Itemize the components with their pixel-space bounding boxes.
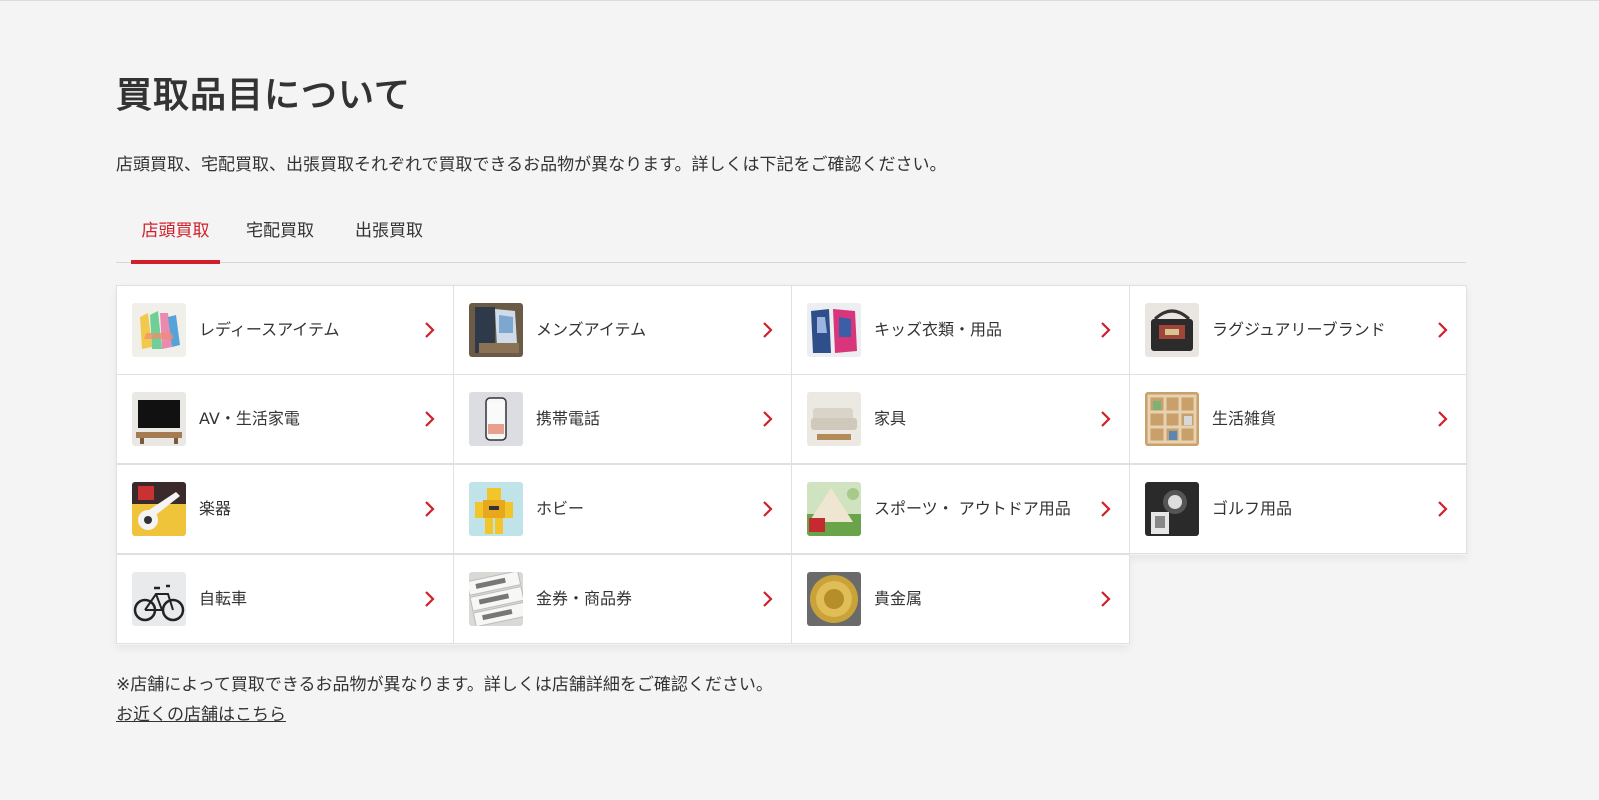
category-label: レディースアイテム bbox=[199, 320, 340, 339]
bicycle-thumbnail bbox=[132, 572, 186, 626]
golf-bag-thumbnail bbox=[1145, 482, 1199, 536]
category-label: ラグジュアリーブランド bbox=[1212, 320, 1386, 339]
top-divider bbox=[0, 0, 1599, 1]
category-kids[interactable]: キッズ衣類・用品 bbox=[791, 285, 1130, 375]
mens-clothing-thumbnail bbox=[469, 303, 523, 357]
category-label: ホビー bbox=[536, 499, 585, 518]
chevron-right-icon bbox=[425, 322, 435, 338]
luxury-bag-thumbnail bbox=[1145, 303, 1199, 357]
tv-thumbnail bbox=[132, 392, 186, 446]
category-label: スポーツ・ アウトドア用品 bbox=[874, 499, 1071, 518]
chevron-right-icon bbox=[425, 591, 435, 607]
chevron-right-icon bbox=[763, 411, 773, 427]
category-precious-metals[interactable]: 貴金属 bbox=[791, 554, 1130, 644]
category-label: 楽器 bbox=[199, 499, 232, 518]
category-golf[interactable]: ゴルフ用品 bbox=[1129, 464, 1467, 554]
chevron-right-icon bbox=[425, 411, 435, 427]
page-title: 買取品目について bbox=[116, 75, 411, 116]
category-mobile-phone[interactable]: 携帯電話 bbox=[453, 374, 792, 464]
category-sports-outdoor[interactable]: スポーツ・ アウトドア用品 bbox=[791, 464, 1130, 554]
chevron-right-icon bbox=[1438, 322, 1448, 338]
chevron-right-icon bbox=[1101, 501, 1111, 517]
category-label: 携帯電話 bbox=[536, 409, 601, 428]
gold-coin-thumbnail bbox=[807, 572, 861, 626]
tab-delivery-purchase[interactable]: 宅配買取 bbox=[244, 212, 316, 262]
nearby-store-link[interactable]: お近くの店舗はこちら bbox=[116, 700, 286, 725]
category-label: 自転車 bbox=[199, 589, 248, 608]
gift-voucher-thumbnail bbox=[469, 572, 523, 626]
lead-text: 店頭買取、宅配買取、出張買取それぞれで買取できるお品物が異なります。詳しくは下記… bbox=[116, 155, 947, 175]
category-label: 貴金属 bbox=[874, 589, 923, 608]
chevron-right-icon bbox=[763, 322, 773, 338]
category-furniture[interactable]: 家具 bbox=[791, 374, 1130, 464]
robot-figure-thumbnail bbox=[469, 482, 523, 536]
chevron-right-icon bbox=[425, 501, 435, 517]
chevron-right-icon bbox=[1101, 322, 1111, 338]
tab-store-purchase[interactable]: 店頭買取 bbox=[131, 212, 220, 264]
chevron-right-icon bbox=[1438, 501, 1448, 517]
category-label: ゴルフ用品 bbox=[1212, 499, 1293, 518]
category-luxury[interactable]: ラグジュアリーブランド bbox=[1129, 285, 1467, 375]
category-vouchers[interactable]: 金券・商品券 bbox=[453, 554, 792, 644]
kids-clothing-thumbnail bbox=[807, 303, 861, 357]
chevron-right-icon bbox=[1438, 411, 1448, 427]
category-hobby[interactable]: ホビー bbox=[453, 464, 792, 554]
sofa-thumbnail bbox=[807, 392, 861, 446]
chevron-right-icon bbox=[763, 591, 773, 607]
category-mens[interactable]: メンズアイテム bbox=[453, 285, 792, 375]
category-label: 金券・商品券 bbox=[536, 589, 633, 608]
tab-visit-purchase[interactable]: 出張買取 bbox=[353, 212, 425, 262]
category-instruments[interactable]: 楽器 bbox=[116, 464, 454, 554]
category-label: 生活雑貨 bbox=[1212, 409, 1277, 428]
category-label: メンズアイテム bbox=[536, 320, 647, 339]
category-label: AV・生活家電 bbox=[199, 409, 300, 428]
category-household-goods[interactable]: 生活雑貨 bbox=[1129, 374, 1467, 464]
purchase-method-tabs: 店頭買取 宅配買取 出張買取 bbox=[116, 212, 1466, 264]
category-ladies[interactable]: レディースアイテム bbox=[116, 285, 454, 375]
smartphone-thumbnail bbox=[469, 392, 523, 446]
chevron-right-icon bbox=[1101, 411, 1111, 427]
category-av-appliances[interactable]: AV・生活家電 bbox=[116, 374, 454, 464]
shelf-thumbnail bbox=[1145, 392, 1199, 446]
chevron-right-icon bbox=[763, 501, 773, 517]
ladies-clothing-thumbnail bbox=[132, 303, 186, 357]
store-note: ※店舗によって買取できるお品物が異なります。詳しくは店舗詳細をご確認ください。 bbox=[116, 675, 773, 695]
tent-thumbnail bbox=[807, 482, 861, 536]
category-bicycle[interactable]: 自転車 bbox=[116, 554, 454, 644]
guitar-thumbnail bbox=[132, 482, 186, 536]
item-category-grid: レディースアイテム メンズアイテム キッズ衣類・用品 ラグジュアリーブランド A… bbox=[116, 285, 1467, 645]
category-label: 家具 bbox=[874, 409, 907, 428]
category-label: キッズ衣類・用品 bbox=[874, 320, 1003, 339]
chevron-right-icon bbox=[1101, 591, 1111, 607]
